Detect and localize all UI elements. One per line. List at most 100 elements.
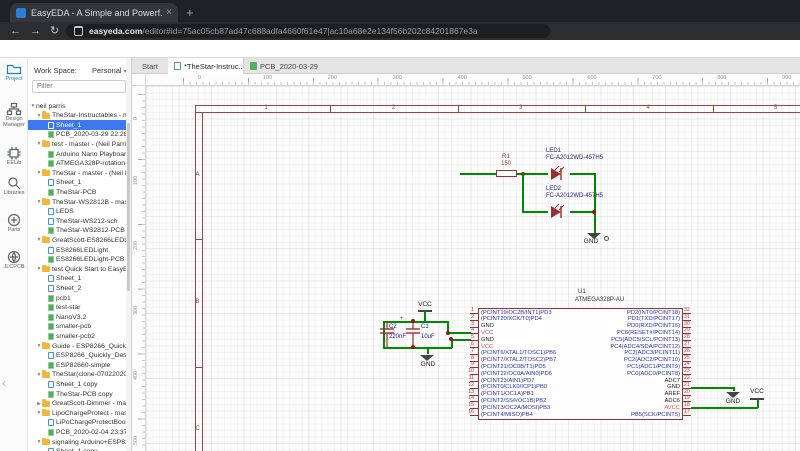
tree-item[interactable]: ▼signaling Arduino+ESP8266+SI: [28, 437, 132, 447]
tree-item[interactable]: ▼LipoChargeProtect - master - (N: [28, 408, 132, 418]
tab--thestar-instruc-[interactable]: *TheStar-Instruc...: [168, 58, 244, 74]
folder-icon: [42, 266, 50, 272]
frame-zone-label: 2: [387, 105, 399, 111]
pin-name: GND: [481, 337, 494, 344]
tab-pcb-2020-03-29-[interactable]: PCB_2020-03-29...: [244, 58, 318, 74]
tree-item[interactable]: Sheet_1: [28, 274, 132, 284]
wire[interactable]: [522, 173, 524, 212]
gnd-net-label[interactable]: GND: [718, 398, 748, 405]
scrollbar-thumb[interactable]: [127, 123, 130, 291]
wire[interactable]: [594, 173, 596, 233]
vcc-net-label[interactable]: VCC: [411, 301, 439, 308]
u1-ref[interactable]: U1: [578, 289, 586, 296]
tree-item[interactable]: TheStar-WS212-sch: [28, 216, 132, 226]
tab-start[interactable]: Start: [136, 58, 168, 74]
wire[interactable]: [691, 407, 758, 409]
forward-icon[interactable]: →: [30, 24, 41, 38]
sidebar-item-libraries[interactable]: Libraries: [0, 176, 28, 196]
reload-icon[interactable]: ↻: [50, 24, 59, 38]
led2-ref[interactable]: LED2: [546, 186, 561, 193]
wire[interactable]: [427, 347, 429, 354]
back-icon[interactable]: ←: [10, 24, 21, 38]
sidebar-item-project[interactable]: Project: [0, 62, 28, 82]
c2-ref[interactable]: C2: [389, 324, 397, 331]
tree-item[interactable]: Sheet_1 copy: [28, 447, 132, 451]
tree-item[interactable]: ▼test - master - (Neil Parris): [28, 139, 132, 149]
close-tab-icon[interactable]: ×: [166, 7, 172, 18]
vcc-symbol[interactable]: [750, 398, 764, 400]
sidebar-item-design-manager[interactable]: Design Manager: [0, 102, 28, 128]
tree-item[interactable]: ESP82660-simple: [28, 360, 132, 370]
wire[interactable]: [460, 173, 496, 175]
tree-item[interactable]: ATMEGA328P-rotation-test: [28, 159, 132, 169]
workspace-select[interactable]: Personal ▾: [92, 66, 127, 75]
wire[interactable]: [757, 399, 759, 408]
tree-item[interactable]: PCB_2020-03-29 22:28:17: [28, 130, 132, 140]
tree-item[interactable]: ▼TheStar(clone-07022020) - mas: [28, 370, 132, 380]
collapse-panel-icon[interactable]: ‹: [2, 376, 6, 390]
tree-item[interactable]: smaller-pcb2: [28, 331, 132, 341]
tree-item[interactable]: LiPoChargeProtectBoost: [28, 418, 132, 428]
u1-part[interactable]: ATMEGA328P-AU: [575, 297, 624, 304]
sidebar-item-jlcpcb[interactable]: JLCPCB: [0, 250, 28, 270]
gnd-net-label[interactable]: GND: [575, 238, 607, 245]
resistor-r1[interactable]: [496, 169, 517, 178]
c1-ref[interactable]: C1: [421, 324, 429, 331]
tree-item[interactable]: ▼GreatScott-ES8266LEDLight - m: [28, 235, 132, 245]
tree-item[interactable]: ES8266LEDLight: [28, 245, 132, 255]
tree-item-selected[interactable]: Sheet_1: [28, 120, 132, 130]
c2-value[interactable]: 220nF: [389, 334, 406, 341]
tree-item[interactable]: ▼test Quick Start to EasyEDA - m: [28, 264, 132, 274]
tree-item[interactable]: TheStar-WS2812-PCB: [28, 226, 132, 236]
c1-value[interactable]: 10uF: [421, 334, 435, 341]
led1-ref[interactable]: LED1: [546, 148, 561, 155]
wire[interactable]: [522, 211, 548, 213]
wire[interactable]: [691, 387, 734, 389]
u1-pin-16[interactable]: [470, 415, 478, 416]
tree-item[interactable]: ▼TheStar-Instructables - master -: [28, 111, 132, 121]
tree-item[interactable]: ▼TheStar-WS2812B - master - (N: [28, 197, 132, 207]
pin-name: PC3(ADC3/PCINT11): [532, 350, 680, 357]
tree-item[interactable]: Arduino Nano Playboard: [28, 149, 132, 159]
folder-icon: [42, 141, 50, 147]
tree-item[interactable]: Sheet_1: [28, 178, 132, 188]
gnd-net-label[interactable]: GND: [413, 361, 443, 368]
tree-item[interactable]: PCB_2020-02-04 23:37:14: [28, 427, 132, 437]
tree-item[interactable]: Sheet_1 copy: [28, 379, 132, 389]
frame-row-divider: [195, 239, 203, 240]
tree-item[interactable]: ▼Guide - ESP8266_Quickly Desi: [28, 341, 132, 351]
u1-pin-17[interactable]: [683, 415, 691, 416]
net-port-circle[interactable]: [604, 236, 609, 241]
ruler-label: 200: [328, 75, 337, 81]
tree-item[interactable]: test-star: [28, 303, 132, 313]
tree-item[interactable]: TheStar-PCB: [28, 187, 132, 197]
sidebar-item-parts[interactable]: Parts: [0, 213, 28, 233]
tree-item[interactable]: TheStar-PCB copy: [28, 389, 132, 399]
address-bar[interactable]: easyeda.com/editor#id=75ac05cb87ad47c688…: [66, 24, 550, 38]
tree-item[interactable]: ▶GreatScott-Dimmer - master - (: [28, 399, 132, 409]
vcc-net-label[interactable]: VCC: [743, 388, 771, 395]
tree-item[interactable]: pcb1: [28, 293, 132, 303]
filter-input[interactable]: [32, 80, 126, 93]
tree-item[interactable]: Sheet_2: [28, 283, 132, 293]
tree-item[interactable]: ES8266LEDLight-PCB: [28, 255, 132, 265]
tree-item[interactable]: ▼neil parris: [28, 101, 132, 111]
led1-part[interactable]: FC-A2012WD-457H5: [546, 155, 603, 162]
led1-symbol[interactable]: [546, 166, 572, 182]
tree-item[interactable]: LEDS: [28, 207, 132, 217]
browser-tab[interactable]: EasyEDA - A Simple and Powerf... ×: [10, 3, 178, 22]
led2-symbol[interactable]: [546, 204, 572, 220]
tree-item[interactable]: ▼TheStar - master - (Neil Parris): [28, 168, 132, 178]
pcb-file-icon: [48, 333, 54, 340]
new-tab-button[interactable]: +: [186, 5, 194, 20]
sidebar-item-eelib[interactable]: EELib: [0, 146, 28, 166]
wire[interactable]: [570, 173, 595, 175]
panel-scrollbar[interactable]: [126, 58, 131, 451]
r1-value[interactable]: 150: [490, 161, 522, 168]
capacitor-c1[interactable]: [405, 321, 421, 348]
pcb-file-icon: [48, 131, 54, 138]
tree-item[interactable]: ESP8266_Quickly_Design: [28, 351, 132, 361]
tree-item[interactable]: smaller-pcb: [28, 322, 132, 332]
r1-ref[interactable]: R1: [490, 154, 522, 161]
tree-item[interactable]: NanoV3.2: [28, 312, 132, 322]
